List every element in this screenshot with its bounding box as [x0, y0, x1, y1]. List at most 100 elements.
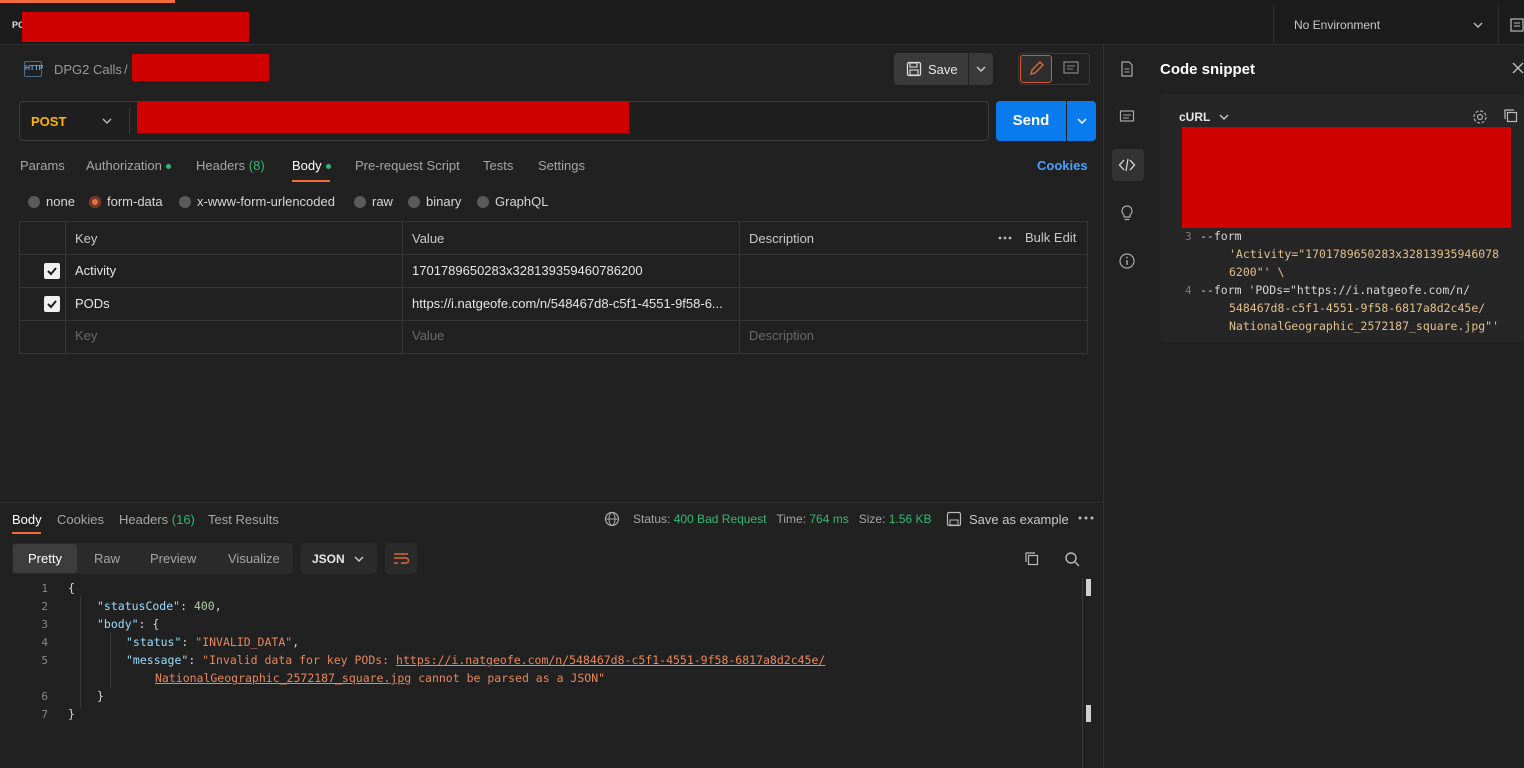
json-link[interactable]: NationalGeographic_2572187_square.jpg — [155, 671, 411, 685]
tab-tests[interactable]: Tests — [483, 158, 513, 173]
view-mode-pretty[interactable]: Pretty — [28, 551, 62, 566]
copy-icon[interactable] — [1503, 108, 1519, 124]
code-line[interactable]: "status": "INVALID_DATA", — [126, 635, 299, 649]
environment-quick-look-icon[interactable] — [1510, 18, 1524, 32]
snippet-line[interactable]: 548467d8-c5f1-4551-9f58-6817a8d2c45e/ — [1229, 301, 1485, 315]
environment-selector[interactable]: No Environment — [1294, 18, 1380, 32]
row-checkbox[interactable] — [44, 296, 60, 312]
radio-circle[interactable] — [477, 195, 489, 208]
radio-circle[interactable] — [354, 195, 366, 208]
copy-icon[interactable] — [1024, 551, 1040, 567]
snippet-line[interactable]: NationalGeographic_2572187_square.jpg"' — [1229, 319, 1499, 333]
row-checkbox[interactable] — [44, 263, 60, 279]
response-tab-body[interactable]: Body — [12, 512, 42, 527]
snippet-line[interactable]: --form 'PODs="https://i.natgeofe.com/n/ — [1200, 283, 1470, 297]
code-line[interactable]: "statusCode": 400, — [97, 599, 222, 613]
save-as-example-button[interactable]: Save as example — [969, 512, 1069, 527]
param-key[interactable]: Activity — [75, 263, 395, 278]
line-number: 6 — [41, 690, 48, 703]
pane-divider[interactable] — [0, 502, 1103, 503]
documentation-icon[interactable] — [1118, 60, 1136, 78]
new-description-input[interactable]: Description — [749, 328, 814, 343]
size-label: Size: — [858, 512, 886, 526]
radio-form-data[interactable]: form-data — [89, 194, 163, 209]
more-options-icon[interactable] — [998, 236, 1012, 240]
more-options-icon[interactable] — [1078, 516, 1094, 520]
snippet-line[interactable]: --form — [1200, 229, 1242, 243]
time-value[interactable]: 764 ms — [809, 512, 848, 526]
code-line[interactable]: "body": { — [97, 617, 159, 631]
status-dot — [325, 164, 331, 170]
tab-pre-request-script[interactable]: Pre-request Script — [355, 158, 460, 173]
chevron-down-icon[interactable] — [1219, 113, 1229, 121]
chevron-down-icon[interactable] — [101, 116, 113, 126]
code-line[interactable]: "message": "Invalid data for key PODs: h… — [126, 653, 825, 667]
view-mode-visualize[interactable]: Visualize — [228, 551, 280, 566]
radio-label: none — [46, 194, 75, 209]
save-button-label[interactable]: Save — [928, 62, 958, 77]
status-label: Status: — [633, 512, 671, 526]
tab-authorization[interactable]: Authorization — [86, 158, 171, 173]
edit-mode-button[interactable] — [1020, 55, 1052, 83]
breadcrumb-collection[interactable]: DPG2 Calls — [54, 62, 122, 77]
radio-circle[interactable] — [179, 195, 191, 208]
scrollbar-thumb[interactable] — [1086, 705, 1091, 722]
close-icon[interactable] — [1512, 62, 1524, 74]
panel-title: Code snippet — [1160, 61, 1256, 78]
radio-circle-selected[interactable] — [89, 195, 101, 208]
comments-icon[interactable] — [1118, 108, 1136, 126]
divider — [1498, 6, 1499, 44]
view-mode-preview[interactable]: Preview — [150, 551, 196, 566]
param-value[interactable]: https://i.natgeofe.com/n/548467d8-c5f1-4… — [412, 296, 734, 311]
search-icon[interactable] — [1064, 551, 1080, 567]
lightbulb-icon[interactable] — [1118, 204, 1136, 222]
language-selector[interactable]: cURL — [1179, 110, 1210, 124]
size-value[interactable]: 1.56 KB — [889, 512, 932, 526]
chevron-down-icon[interactable] — [1472, 19, 1484, 31]
new-key-input[interactable]: Key — [75, 328, 97, 343]
json-link[interactable]: https://i.natgeofe.com/n/548467d8-c5f1-4… — [396, 653, 825, 667]
code-icon[interactable] — [1118, 156, 1136, 174]
pane-divider[interactable] — [1103, 45, 1104, 768]
info-icon[interactable] — [1118, 252, 1136, 270]
code-line[interactable]: NationalGeographic_2572187_square.jpg ca… — [155, 671, 605, 685]
response-tab-cookies[interactable]: Cookies — [57, 512, 104, 527]
send-options-button[interactable] — [1067, 101, 1096, 141]
radio-x-www-form-urlencoded[interactable]: x-www-form-urlencoded — [179, 194, 335, 209]
response-tab-headers[interactable]: Headers (16) — [119, 512, 195, 527]
radio-binary[interactable]: binary — [408, 194, 461, 209]
new-value-input[interactable]: Value — [412, 328, 444, 343]
network-globe-icon[interactable] — [604, 511, 620, 527]
radio-circle[interactable] — [408, 195, 420, 208]
tab-headers[interactable]: Headers (8) — [196, 158, 265, 173]
gear-icon[interactable] — [1471, 108, 1489, 126]
save-options-button[interactable] — [969, 53, 993, 85]
radio-raw[interactable]: raw — [354, 194, 393, 209]
view-mode-raw[interactable]: Raw — [94, 551, 120, 566]
param-key[interactable]: PODs — [75, 296, 395, 311]
wrap-lines-icon[interactable] — [385, 543, 417, 574]
url-input-redacted[interactable] — [137, 101, 629, 133]
cookies-link[interactable]: Cookies — [1037, 158, 1088, 173]
response-tab-test-results[interactable]: Test Results — [208, 512, 279, 527]
method-selector[interactable]: POST — [31, 114, 66, 129]
scrollbar-thumb[interactable] — [1086, 579, 1091, 596]
send-button[interactable]: Send — [996, 101, 1066, 141]
snippet-line[interactable]: 'Activity="1701789650283x32813935946078 — [1229, 247, 1499, 261]
code-line[interactable]: } — [68, 707, 75, 721]
scrollbar-track[interactable] — [1082, 578, 1083, 768]
status-value[interactable]: 400 Bad Request — [674, 512, 767, 526]
code-line[interactable]: } — [97, 689, 104, 703]
radio-graphql[interactable]: GraphQL — [477, 194, 548, 209]
tab-params[interactable]: Params — [20, 158, 65, 173]
radio-none[interactable]: none — [28, 194, 75, 209]
table-divider — [19, 254, 1088, 255]
tab-body[interactable]: Body — [292, 158, 331, 173]
code-line[interactable]: { — [68, 581, 75, 595]
comment-icon[interactable] — [1055, 55, 1087, 83]
bulk-edit-button[interactable]: Bulk Edit — [1025, 230, 1076, 245]
radio-circle[interactable] — [28, 195, 40, 208]
tab-settings[interactable]: Settings — [538, 158, 585, 173]
param-value[interactable]: 1701789650283x328139359460786200 — [412, 263, 732, 278]
snippet-line[interactable]: 6200"' \ — [1229, 265, 1284, 279]
